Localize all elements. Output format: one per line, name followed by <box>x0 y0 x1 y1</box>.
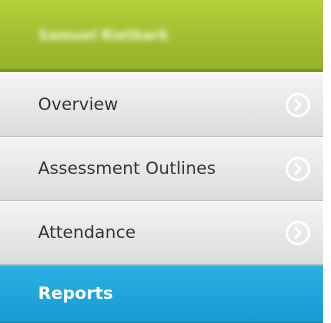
user-header: Samuel Rietbark <box>0 0 323 72</box>
nav-item-label: Reports <box>38 284 114 304</box>
nav-item-label: Overview <box>38 95 119 115</box>
nav-item-overview[interactable]: Overview <box>0 73 323 137</box>
chevron-right-circle-icon <box>285 92 311 118</box>
chevron-right-circle-icon <box>285 220 311 246</box>
nav-item-reports[interactable]: Reports <box>0 265 323 323</box>
nav-item-label: Attendance <box>38 223 136 243</box>
nav-item-label: Assessment Outlines <box>38 159 216 179</box>
page-margin <box>323 0 331 323</box>
chevron-right-circle-icon <box>285 156 311 182</box>
nav-item-assessment-outlines[interactable]: Assessment Outlines <box>0 137 323 201</box>
user-name: Samuel Rietbark <box>38 28 169 44</box>
side-navigation-panel: Samuel Rietbark Overview Assessment Outl… <box>0 0 323 323</box>
nav-item-attendance[interactable]: Attendance <box>0 201 323 265</box>
